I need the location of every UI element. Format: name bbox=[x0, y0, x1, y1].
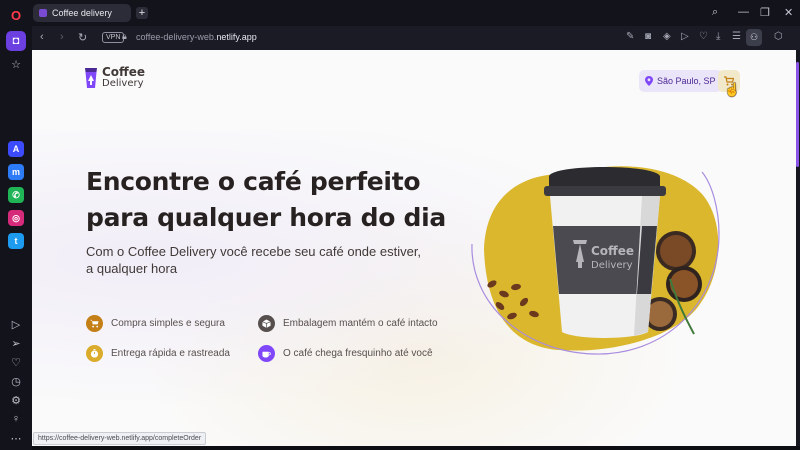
tab-coffee-delivery[interactable]: Coffee delivery bbox=[33, 4, 131, 22]
feature-fast-delivery: Entrega rápida e rastreada bbox=[86, 345, 230, 362]
brand-logo[interactable]: Coffee Delivery bbox=[84, 65, 146, 89]
timer-feature-icon bbox=[86, 345, 103, 362]
tab-strip: Coffee delivery + ⌕ — ❐ ✕ bbox=[32, 0, 800, 26]
feature-label: Compra simples e segura bbox=[111, 318, 225, 329]
brand-name-line2: Delivery bbox=[102, 78, 144, 89]
takeaway-cup: Coffee Delivery bbox=[544, 167, 666, 338]
heart-outline-icon[interactable]: ♡ bbox=[699, 31, 708, 42]
download-icon[interactable]: ⤓ bbox=[716, 31, 720, 42]
coffee-cup-logo-icon bbox=[85, 68, 97, 88]
easy-setup-icon[interactable]: ☰ bbox=[732, 31, 741, 42]
camera-icon[interactable]: ◙ bbox=[645, 31, 651, 42]
opera-sidebar: O ◘ ☆ A m ✆ ◎ t ▷ ➢ ♡ ◷ ⚙ ♀ ⋯ bbox=[0, 0, 32, 450]
settings-gear-icon[interactable]: ⚙ bbox=[6, 390, 26, 410]
new-tab-button[interactable]: + bbox=[136, 7, 148, 19]
address-bar: ‹ › ↻ VPN 🔒︎ coffee-delivery-web.netlify… bbox=[32, 26, 800, 50]
tab-title: Coffee delivery bbox=[52, 8, 112, 18]
url-prefix: coffee-delivery-web. bbox=[136, 32, 217, 42]
whatsapp-icon[interactable]: ✆ bbox=[8, 187, 24, 203]
tips-bulb-icon[interactable]: ♀ bbox=[6, 409, 26, 429]
cup-brand-line1: Coffee bbox=[591, 244, 634, 258]
aria-icon[interactable]: ◘ bbox=[6, 31, 26, 51]
back-icon[interactable]: ‹ bbox=[40, 31, 44, 43]
profile-icon[interactable]: ⚇ bbox=[746, 29, 762, 46]
page-scrollbar[interactable] bbox=[796, 50, 800, 446]
shield-icon[interactable]: ◈ bbox=[663, 31, 671, 42]
coffee-feature-icon bbox=[258, 345, 275, 362]
cart-feature-icon bbox=[86, 315, 103, 332]
url-domain: netlify.app bbox=[216, 32, 257, 42]
brand-name-line1: Coffee bbox=[102, 65, 146, 79]
url-field[interactable]: coffee-delivery-web.netlify.app bbox=[136, 32, 257, 42]
feature-label: Embalagem mantém o café intacto bbox=[283, 318, 438, 329]
bookmarks-star-icon[interactable]: ☆ bbox=[6, 54, 26, 74]
history-icon[interactable]: ◷ bbox=[6, 371, 26, 391]
hero-subtext: Com o Coffee Delivery você recebe seu ca… bbox=[86, 244, 422, 276]
restore-window-icon[interactable]: ❐ bbox=[760, 6, 770, 19]
minimize-icon[interactable]: — bbox=[738, 6, 749, 18]
more-icon[interactable]: ⋯ bbox=[6, 428, 26, 448]
hero-headline-line2: para qualquer hora do dia bbox=[86, 203, 446, 232]
heart-icon[interactable]: ♡ bbox=[6, 352, 26, 372]
forward-icon[interactable]: › bbox=[60, 31, 64, 43]
search-tabs-icon[interactable]: ⌕ bbox=[712, 6, 718, 19]
twitter-icon[interactable]: t bbox=[8, 233, 24, 249]
reload-icon[interactable]: ↻ bbox=[78, 31, 87, 44]
coffee-cup-hero-image: Coffee Delivery bbox=[471, 166, 720, 355]
map-pin-icon bbox=[645, 76, 653, 86]
aria-app-icon[interactable]: A bbox=[8, 141, 24, 157]
send-icon[interactable]: ➢ bbox=[6, 333, 26, 353]
feature-label: O café chega fresquinho até você bbox=[283, 348, 433, 359]
location-text: São Paulo, SP bbox=[657, 76, 716, 86]
edit-icon[interactable]: ✎ bbox=[626, 31, 634, 42]
cup-brand-line2: Delivery bbox=[591, 260, 633, 271]
scrollbar-thumb[interactable] bbox=[796, 62, 799, 167]
package-feature-icon bbox=[258, 315, 275, 332]
feature-packaging: Embalagem mantém o café intacto bbox=[258, 315, 438, 332]
play-icon[interactable]: ▷ bbox=[681, 31, 689, 42]
tab-favicon-icon bbox=[39, 9, 47, 17]
feature-secure-purchase: Compra simples e segura bbox=[86, 315, 225, 332]
feature-label: Entrega rápida e rastreada bbox=[111, 348, 230, 359]
extensions-cube-icon[interactable]: ⬡ bbox=[774, 31, 783, 42]
hero-headline: Encontre o café perfeito para qualquer h… bbox=[86, 164, 446, 236]
lock-icon[interactable]: 🔒︎ bbox=[122, 31, 127, 42]
opera-logo-icon[interactable]: O bbox=[6, 5, 26, 25]
hand-cursor-icon: ☝ bbox=[724, 82, 741, 97]
link-status-bar: https://coffee-delivery-web.netlify.app/… bbox=[33, 432, 207, 445]
player-icon[interactable]: ▷ bbox=[6, 314, 26, 334]
instagram-icon[interactable]: ◎ bbox=[8, 210, 24, 226]
location-badge[interactable]: São Paulo, SP bbox=[639, 70, 722, 92]
feature-fresh-coffee: O café chega fresquinho até você bbox=[258, 345, 433, 362]
messenger-icon[interactable]: m bbox=[8, 164, 24, 180]
close-window-icon[interactable]: ✕ bbox=[784, 6, 793, 19]
web-page: Coffee Delivery São Paulo, SP ☝ Encontre… bbox=[32, 50, 796, 446]
hero-headline-line1: Encontre o café perfeito bbox=[86, 167, 421, 196]
